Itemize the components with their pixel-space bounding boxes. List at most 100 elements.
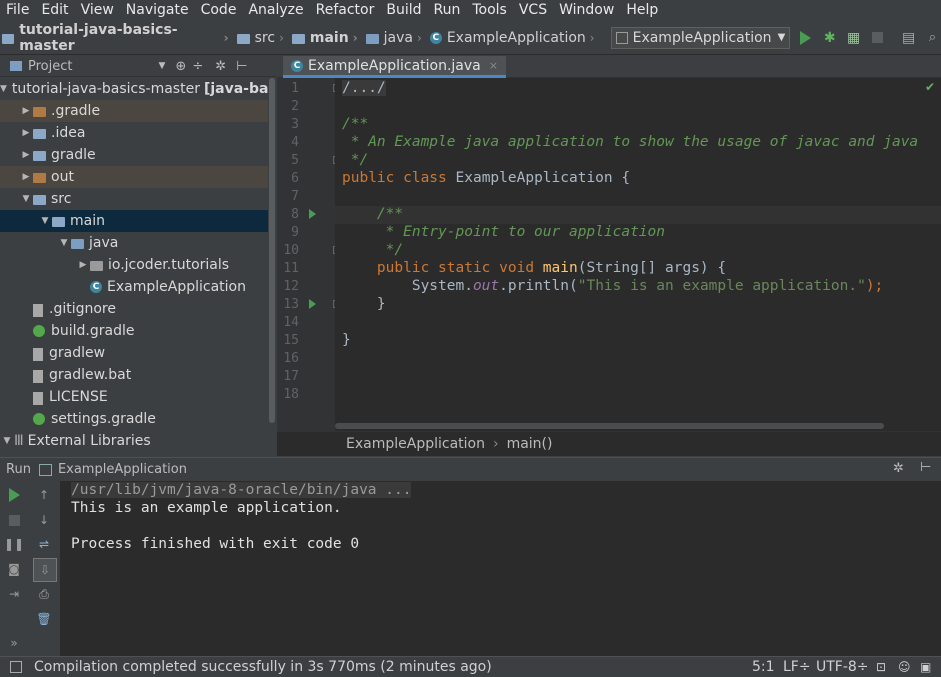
project-panel-title[interactable]: Project bbox=[28, 59, 72, 74]
play-icon bbox=[8, 488, 20, 502]
menu-vcs[interactable]: VCS bbox=[513, 0, 553, 21]
rerun-button[interactable] bbox=[6, 487, 22, 503]
inspector-icon[interactable]: ☺ bbox=[898, 660, 911, 674]
code-line-8: public class ExampleApplication { bbox=[342, 170, 631, 186]
code-line-7: */ bbox=[342, 152, 369, 168]
chevron-right-icon[interactable]: ▶ bbox=[19, 128, 33, 138]
close-icon[interactable]: × bbox=[489, 59, 498, 72]
project-structure-button[interactable]: ▤ bbox=[900, 29, 917, 47]
print-button[interactable]: ⎙ bbox=[36, 586, 52, 602]
project-tree-scrollbar[interactable] bbox=[268, 78, 276, 456]
tree-item[interactable]: ▼ Ⅲ External Libraries bbox=[0, 430, 268, 452]
scrollbar-thumb[interactable] bbox=[269, 78, 275, 423]
menu-tools[interactable]: Tools bbox=[466, 0, 513, 21]
menu-build[interactable]: Build bbox=[380, 0, 427, 21]
chevron-down-icon[interactable]: ▼ bbox=[19, 194, 33, 204]
event-log-icon[interactable]: ▣ bbox=[920, 660, 931, 674]
gear-icon[interactable]: ✲ bbox=[215, 59, 226, 74]
run-gutter-icon[interactable] bbox=[309, 209, 316, 219]
menu-file[interactable]: File bbox=[0, 0, 35, 21]
nav-java[interactable]: java › bbox=[365, 30, 426, 46]
minimize-icon[interactable]: ⊢ bbox=[920, 460, 931, 475]
tree-item[interactable]: gradlew.bat bbox=[0, 364, 268, 386]
tree-item[interactable]: ▶ out bbox=[0, 166, 268, 188]
stop-button[interactable] bbox=[6, 512, 22, 528]
search-button[interactable]: ⌕ bbox=[924, 29, 941, 47]
scroll-up-button[interactable]: ↑ bbox=[36, 487, 52, 503]
tree-item-label: gradle bbox=[51, 147, 96, 163]
chevron-right-icon[interactable]: ▶ bbox=[76, 260, 90, 270]
menu-navigate[interactable]: Navigate bbox=[120, 0, 195, 21]
gear-icon[interactable]: ✲ bbox=[893, 461, 904, 476]
scroll-down-button[interactable]: ↓ bbox=[36, 512, 52, 528]
chevron-right-icon[interactable]: ▶ bbox=[19, 172, 33, 182]
menu-analyze[interactable]: Analyze bbox=[242, 0, 309, 21]
nav-class[interactable]: C ExampleApplication › bbox=[429, 30, 599, 46]
code-editor[interactable]: ✔ /.../ /** * An Example java applicatio… bbox=[335, 78, 941, 431]
editor-breadcrumb: ExampleApplication › main() bbox=[277, 431, 941, 456]
chevron-down-icon[interactable]: ▼ bbox=[57, 238, 71, 248]
hide-icon[interactable]: ⊢ bbox=[236, 59, 247, 74]
tree-item[interactable]: ▼ main bbox=[0, 210, 268, 232]
tab-example-application[interactable]: C ExampleApplication.java × bbox=[283, 56, 506, 78]
clear-button[interactable]: 🗑 bbox=[36, 611, 52, 627]
chevron-down-icon[interactable]: ▼ bbox=[158, 61, 165, 71]
chevron-down-icon[interactable]: ▼ bbox=[38, 216, 52, 226]
tree-item[interactable]: ▶ .idea bbox=[0, 122, 268, 144]
debug-button[interactable]: ✱ bbox=[821, 29, 838, 47]
code-line-5: /** bbox=[342, 116, 369, 132]
class-icon: C bbox=[429, 31, 442, 44]
menu-refactor[interactable]: Refactor bbox=[310, 0, 381, 21]
menu-help[interactable]: Help bbox=[620, 0, 664, 21]
tree-item[interactable]: settings.gradle bbox=[0, 408, 268, 430]
tool-windows-icon[interactable] bbox=[10, 661, 22, 673]
menu-window[interactable]: Window bbox=[553, 0, 620, 21]
menu-edit[interactable]: Edit bbox=[35, 0, 74, 21]
breadcrumb-class[interactable]: ExampleApplication bbox=[346, 436, 485, 452]
run-gutter-icon[interactable] bbox=[309, 299, 316, 309]
tree-item[interactable]: ▶ .gradle bbox=[0, 100, 268, 122]
tree-item[interactable]: ▼ tutorial-java-basics-master [java-ba bbox=[0, 78, 268, 100]
locate-icon[interactable]: ⊕ bbox=[175, 59, 186, 74]
pause-button[interactable]: ❚❚ bbox=[4, 536, 24, 552]
cursor-position[interactable]: 5:1 bbox=[752, 659, 775, 675]
nav-src[interactable]: src › bbox=[236, 30, 288, 46]
exit-button[interactable]: ⇥ bbox=[6, 586, 22, 602]
stop-button[interactable] bbox=[869, 29, 886, 47]
dump-threads-button[interactable]: ◙ bbox=[6, 561, 22, 577]
tree-item[interactable]: C ExampleApplication bbox=[0, 276, 268, 298]
nav-main[interactable]: main › bbox=[291, 30, 362, 46]
collapse-icon[interactable]: ÷ bbox=[192, 59, 203, 74]
tree-item[interactable]: build.gradle bbox=[0, 320, 268, 342]
lock-icon[interactable]: ⊡ bbox=[876, 660, 886, 674]
tree-item[interactable]: ▶ io.jcoder.tutorials bbox=[0, 254, 268, 276]
editor-horizontal-scrollbar[interactable] bbox=[335, 423, 884, 429]
file-encoding[interactable]: UTF-8÷ bbox=[816, 659, 869, 675]
more-button[interactable]: » bbox=[6, 635, 22, 651]
breadcrumb-method[interactable]: main() bbox=[507, 436, 553, 452]
menu-code[interactable]: Code bbox=[195, 0, 243, 21]
arrow-up-icon: ↑ bbox=[38, 488, 50, 502]
scroll-to-end-button[interactable]: ⇩ bbox=[33, 558, 57, 582]
tree-item[interactable]: gradlew bbox=[0, 342, 268, 364]
tree-item[interactable]: .gitignore bbox=[0, 298, 268, 320]
run-console[interactable]: /usr/lib/jvm/java-8-oracle/bin/java ... … bbox=[60, 481, 941, 656]
nav-project[interactable]: tutorial-java-basics-master › bbox=[2, 22, 233, 54]
chevron-down-icon[interactable]: ▼ bbox=[0, 436, 14, 446]
coverage-button[interactable]: ▦ bbox=[845, 29, 862, 47]
tree-item[interactable]: ▶ gradle bbox=[0, 144, 268, 166]
run-tab-config[interactable]: ExampleApplication bbox=[58, 462, 187, 477]
chevron-down-icon[interactable]: ▼ bbox=[0, 84, 7, 94]
chevron-right-icon[interactable]: ▶ bbox=[19, 106, 33, 116]
run-config-select[interactable]: ExampleApplication ▼ bbox=[610, 26, 791, 49]
line-separator[interactable]: LF÷ bbox=[783, 659, 811, 675]
folder-src-icon bbox=[365, 33, 379, 44]
tree-item[interactable]: ▼ src bbox=[0, 188, 268, 210]
chevron-right-icon[interactable]: ▶ bbox=[19, 150, 33, 160]
soft-wrap-button[interactable]: ⇌ bbox=[36, 536, 52, 552]
run-button[interactable] bbox=[797, 29, 814, 47]
tree-item[interactable]: LICENSE bbox=[0, 386, 268, 408]
menu-run[interactable]: Run bbox=[428, 0, 467, 21]
menu-view[interactable]: View bbox=[75, 0, 120, 21]
tree-item[interactable]: ▼ java bbox=[0, 232, 268, 254]
